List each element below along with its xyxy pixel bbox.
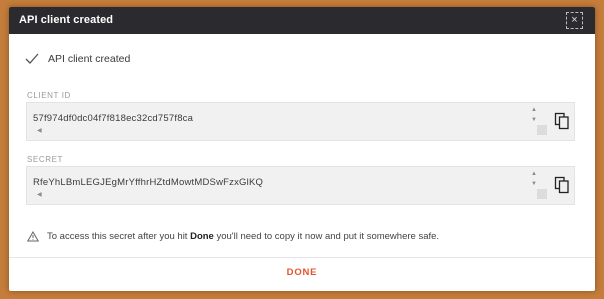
- warning-message: To access this secret after you hit Done…: [47, 231, 439, 242]
- secret-field[interactable]: RfeYhLBmLEGJEgMrYffhrHZtdMowtMDSwFzxGlKQ…: [26, 166, 575, 205]
- scroll-down-icon[interactable]: ▼: [531, 181, 537, 187]
- copy-icon[interactable]: [554, 176, 570, 194]
- close-icon: ×: [571, 14, 578, 26]
- scrollbar-corner: [537, 125, 547, 135]
- status-message: API client created: [48, 53, 131, 65]
- scroll-down-icon[interactable]: ▼: [531, 117, 537, 123]
- check-icon: [25, 53, 39, 64]
- copy-icon[interactable]: [554, 112, 570, 130]
- warning-icon: [27, 231, 39, 242]
- warning-emphasis: Done: [190, 231, 214, 242]
- dialog-title: API client created: [19, 14, 114, 26]
- dialog-titlebar: API client created ×: [9, 7, 595, 34]
- close-button[interactable]: ×: [566, 12, 583, 29]
- scroll-up-icon[interactable]: ▲: [531, 107, 537, 113]
- status-row: API client created: [25, 52, 130, 66]
- client-id-value[interactable]: 57f974df0dc04f7f818ec32cd757f8ca: [33, 113, 193, 124]
- secret-label: SECRET: [27, 155, 64, 164]
- done-button[interactable]: DONE: [9, 258, 595, 291]
- scroll-left-icon[interactable]: ◀: [37, 191, 42, 198]
- warning-suffix: you'll need to copy it now and put it so…: [213, 231, 440, 242]
- client-id-field[interactable]: 57f974df0dc04f7f818ec32cd757f8ca ◀ ▲ ▼: [26, 102, 575, 141]
- scroll-left-icon[interactable]: ◀: [37, 127, 42, 134]
- scroll-up-icon[interactable]: ▲: [531, 171, 537, 177]
- scrollbar-corner: [537, 189, 547, 199]
- secret-value[interactable]: RfeYhLBmLEGJEgMrYffhrHZtdMowtMDSwFzxGlKQ: [33, 177, 263, 188]
- client-id-label: CLIENT ID: [27, 91, 71, 100]
- warning-prefix: To access this secret after you hit: [47, 231, 191, 242]
- api-client-dialog: API client created × API client created …: [9, 7, 595, 291]
- warning-row: To access this secret after you hit Done…: [27, 231, 439, 242]
